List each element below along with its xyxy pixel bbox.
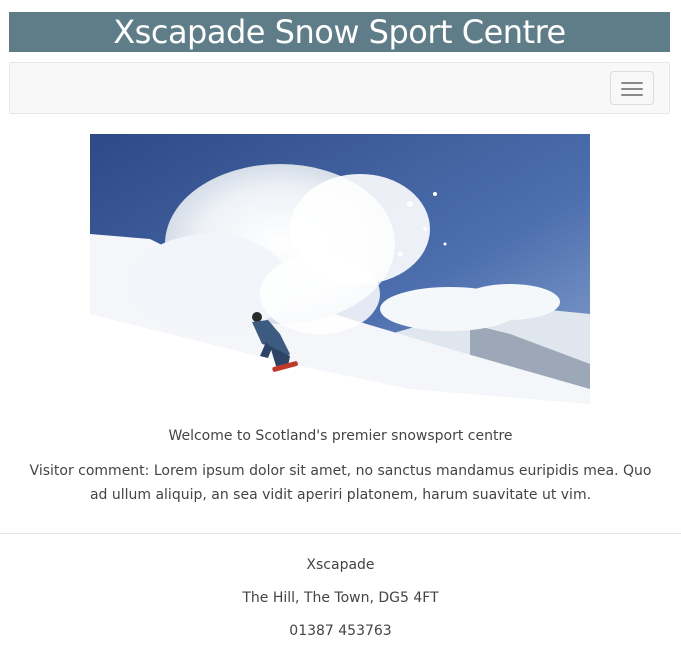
welcome-text: Welcome to Scotland's premier snowsport … [168,428,513,444]
snowboarder-image [90,134,590,415]
hamburger-menu-icon-bar [621,88,643,90]
navbar-toggle-button[interactable] [610,71,654,105]
footer-address: The Hill, The Town, DG5 4FT [242,590,439,606]
footer-business-name: Xscapade [306,557,375,573]
hamburger-menu-icon [621,82,643,84]
hero-image [90,134,590,415]
footer-phone: 01387 453763 [289,623,392,639]
hamburger-menu-icon-bar [621,94,643,96]
site-banner: Xscapade Snow Sport Centre [9,12,670,52]
footer-divider [0,533,681,534]
navbar [9,62,670,114]
visitor-comment: Visitor comment: Lorem ipsum dolor sit a… [29,463,652,503]
site-title: Xscapade Snow Sport Centre [113,13,566,51]
